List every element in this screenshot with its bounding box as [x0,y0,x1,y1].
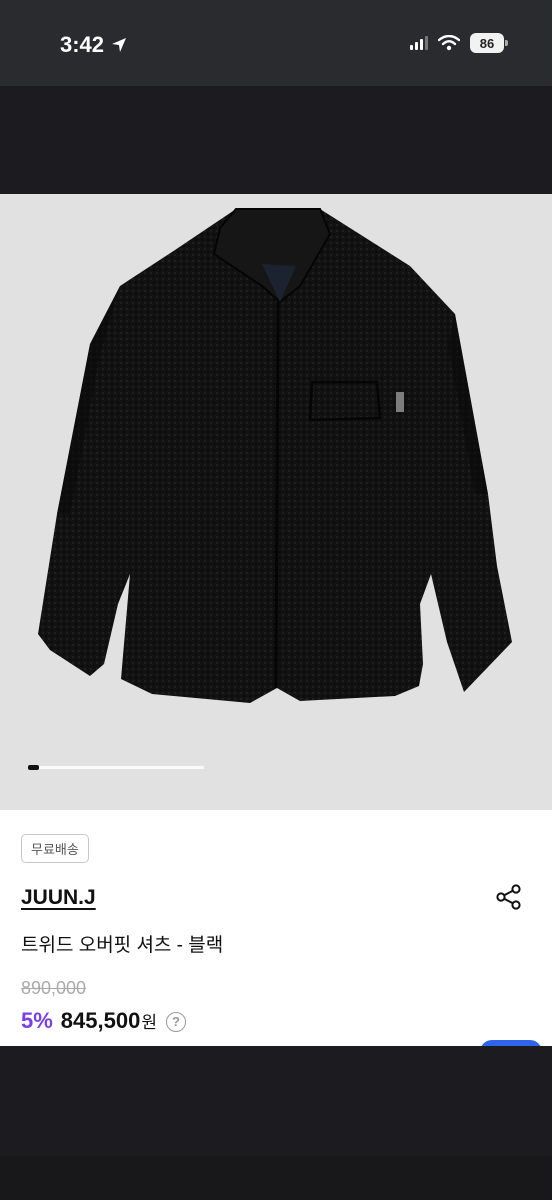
wifi-icon [438,35,460,51]
currency-label: 원 [141,1013,157,1032]
status-indicators: 86 [410,33,508,53]
product-info: 무료배송 JUUN.J 트위드 오버핏 셔츠 - 블랙 890,000 5% 8… [0,810,552,1046]
home-indicator-area [0,1156,552,1200]
discount-rate: 5% [21,1008,53,1033]
status-time: 3:42 [60,32,128,58]
battery-level: 86 [479,35,495,51]
carousel-progress-indicator [28,765,39,770]
carousel-progress-track [28,766,204,769]
battery-icon: 86 [470,33,508,53]
location-arrow-icon [112,38,127,52]
free-shipping-badge: 무료배송 [21,834,89,863]
brand-link[interactable]: JUUN.J [21,886,96,910]
shirt-illustration [38,208,512,703]
signal-icon [410,36,428,50]
app-header [0,86,552,194]
product-name: 트위드 오버핏 셔츠 - 블랙 [21,935,224,956]
price-row: 5% 845,500 원 ? [21,1008,186,1034]
help-icon[interactable]: ? [165,1011,186,1032]
bottom-bar [0,1046,552,1156]
status-bar: 3:42 86 [0,0,552,86]
time-label: 3:42 [60,32,105,57]
product-image[interactable] [0,194,552,810]
original-price: 890,000 [21,978,87,998]
sale-price: 845,500 [60,1008,141,1033]
share-icon[interactable] [494,882,524,912]
